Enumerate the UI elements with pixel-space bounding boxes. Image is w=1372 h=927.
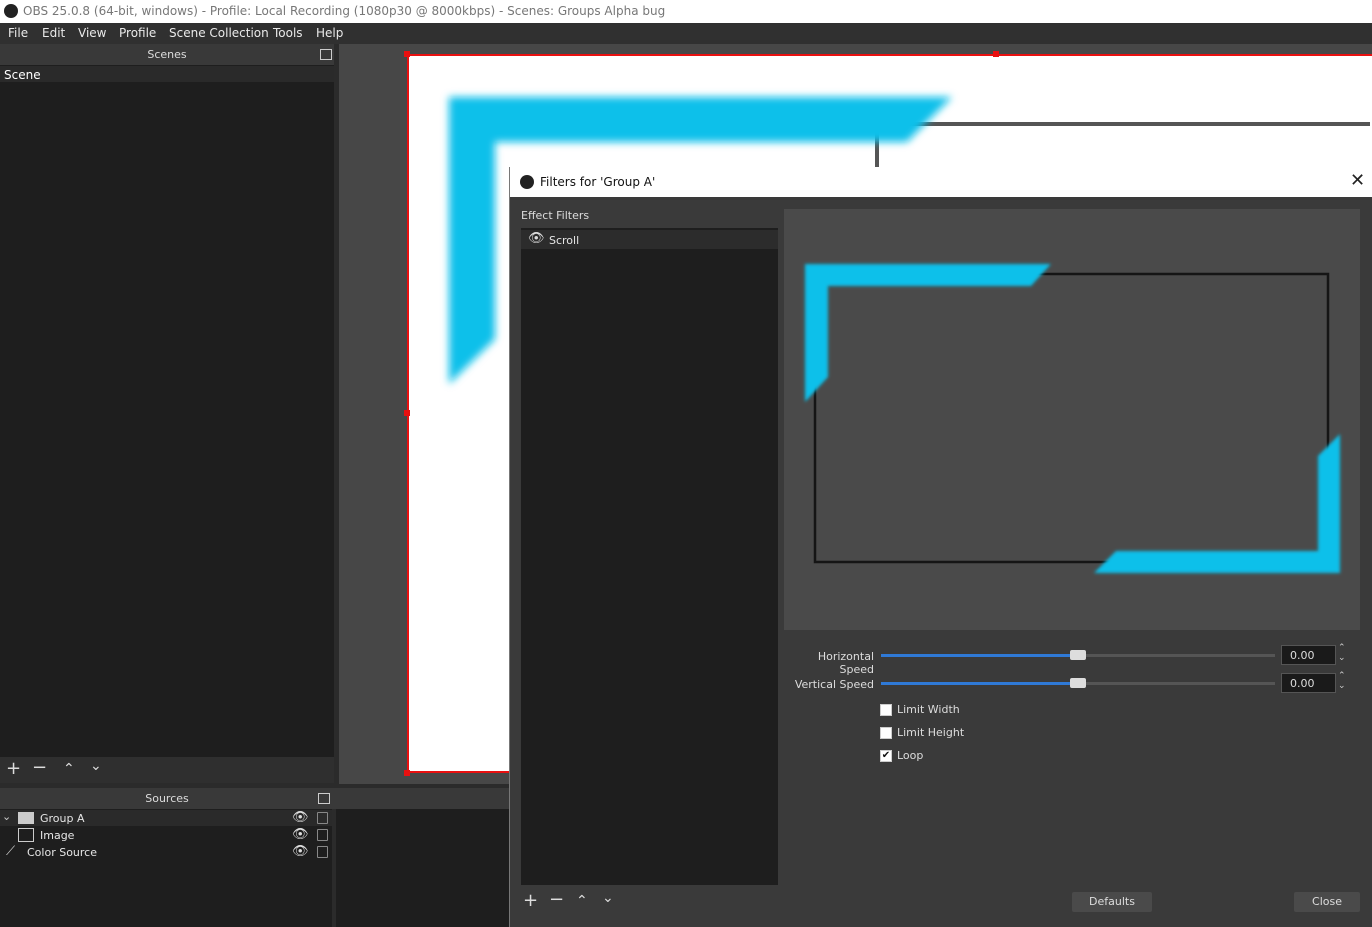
slider-fill <box>881 682 1078 685</box>
filter-toolbar: + − ⌃ ⌄ <box>521 889 778 915</box>
obs-logo-icon <box>520 175 534 189</box>
resize-handle[interactable] <box>993 51 999 57</box>
slider-handle[interactable] <box>1070 650 1086 660</box>
eye-icon[interactable]: 👁 <box>528 231 545 246</box>
menu-scene-collection[interactable]: Scene Collection <box>169 26 269 40</box>
image-icon <box>18 828 34 842</box>
scenes-list: Scene <box>0 65 334 757</box>
scenes-header-label: Scenes <box>147 48 187 61</box>
slider-handle[interactable] <box>1070 678 1086 688</box>
dock-header <box>334 788 509 809</box>
menu-help[interactable]: Help <box>316 26 343 40</box>
dialog-titlebar: Filters for 'Group A' ✕ <box>510 167 1372 197</box>
source-label: Image <box>40 829 75 842</box>
source-label: Color Source <box>27 846 97 859</box>
scene-item-label: Scene <box>4 68 41 82</box>
limit-width-checkbox[interactable] <box>880 704 892 716</box>
add-filter-icon[interactable]: + <box>523 892 538 910</box>
sources-dock-header: Sources <box>0 788 334 809</box>
eye-icon[interactable]: 👁 <box>292 810 309 825</box>
source-label: Group A <box>40 812 85 825</box>
source-item-color-source[interactable]: ⟋ Color Source 👁 <box>0 844 332 860</box>
undock-icon[interactable] <box>320 49 332 60</box>
menu-view[interactable]: View <box>78 26 106 40</box>
filter-item[interactable]: 👁 Scroll <box>521 230 778 249</box>
undock-icon[interactable] <box>318 793 330 804</box>
eye-icon[interactable]: 👁 <box>292 827 309 842</box>
vertical-speed-input[interactable]: 0.00 <box>1281 673 1336 693</box>
effect-filters-label: Effect Filters <box>521 209 590 222</box>
menu-bar: File Edit View Profile Scene Collection … <box>0 23 1372 44</box>
close-icon[interactable]: ✕ <box>1350 170 1365 191</box>
resize-handle[interactable] <box>404 410 410 416</box>
loop-label: Loop <box>897 749 924 762</box>
horizontal-speed-input[interactable]: 0.00 <box>1281 645 1336 665</box>
remove-filter-icon[interactable]: − <box>549 891 564 909</box>
menu-file[interactable]: File <box>8 26 28 40</box>
window-title: OBS 25.0.8 (64-bit, windows) - Profile: … <box>23 4 666 18</box>
filter-preview <box>784 209 1360 630</box>
filter-item-label: Scroll <box>549 234 580 247</box>
move-up-icon[interactable]: ⌃ <box>63 760 75 778</box>
source-item-image[interactable]: Image 👁 <box>0 827 332 843</box>
sources-list: ⌄ Group A 👁 Image 👁 ⟋ Color Source 👁 <box>0 809 332 927</box>
menu-edit[interactable]: Edit <box>42 26 65 40</box>
move-down-icon[interactable]: ⌄ <box>602 889 614 907</box>
checkmark-icon: ✔ <box>881 750 891 761</box>
scenes-dock-header: Scenes <box>0 44 334 65</box>
chevron-down-icon[interactable]: ⌄ <box>2 810 11 823</box>
menu-profile[interactable]: Profile <box>119 26 156 40</box>
lock-icon[interactable] <box>317 812 328 824</box>
scene-item[interactable]: Scene <box>0 66 334 82</box>
filter-list: 👁 Scroll <box>521 228 778 885</box>
source-item-group-a[interactable]: ⌄ Group A 👁 <box>0 810 332 826</box>
limit-height-checkbox[interactable] <box>880 727 892 739</box>
move-up-icon[interactable]: ⌃ <box>576 892 588 910</box>
window-titlebar: OBS 25.0.8 (64-bit, windows) - Profile: … <box>0 0 1372 23</box>
dialog-title: Filters for 'Group A' <box>540 175 656 189</box>
loop-checkbox[interactable]: ✔ <box>880 750 892 762</box>
add-scene-icon[interactable]: + <box>6 760 21 778</box>
lock-icon[interactable] <box>317 846 328 858</box>
resize-handle[interactable] <box>404 51 410 57</box>
scenes-toolbar: + − ⌃ ⌄ <box>0 757 334 783</box>
obs-logo-icon <box>4 4 18 18</box>
move-down-icon[interactable]: ⌄ <box>90 757 102 775</box>
remove-scene-icon[interactable]: − <box>32 759 47 777</box>
limit-width-label: Limit Width <box>897 703 960 716</box>
defaults-button[interactable]: Defaults <box>1072 892 1152 912</box>
spin-arrows-icon[interactable]: ⌃ ⌄ <box>1338 671 1346 691</box>
filters-dialog: Filters for 'Group A' ✕ Effect Filters 👁… <box>509 167 1372 927</box>
sources-header-label: Sources <box>145 792 189 805</box>
slider-fill <box>881 654 1078 657</box>
resize-handle[interactable] <box>404 770 410 776</box>
eye-icon[interactable]: 👁 <box>292 844 309 859</box>
menu-tools[interactable]: Tools <box>273 26 303 40</box>
preview-graphic <box>805 264 1340 573</box>
limit-height-label: Limit Height <box>897 726 965 739</box>
horizontal-speed-slider[interactable] <box>881 650 1275 660</box>
folder-icon <box>18 812 34 824</box>
vertical-speed-label: Vertical Speed <box>794 678 874 691</box>
close-button[interactable]: Close <box>1294 892 1360 912</box>
spin-arrows-icon[interactable]: ⌃ ⌄ <box>1338 643 1346 663</box>
lock-icon[interactable] <box>317 829 328 841</box>
dock-panel <box>336 809 509 927</box>
horizontal-speed-label: Horizontal Speed <box>817 650 874 676</box>
brush-icon: ⟋ <box>6 844 16 859</box>
vertical-speed-slider[interactable] <box>881 678 1275 688</box>
